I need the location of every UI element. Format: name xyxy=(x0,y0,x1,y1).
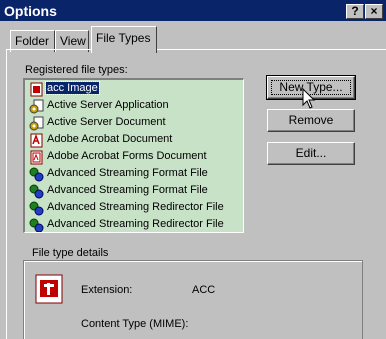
tab-label: File Types xyxy=(96,31,151,45)
asp-gear-icon xyxy=(29,99,44,114)
acrobat-icon xyxy=(30,133,43,148)
list-item[interactable]: Active Server Application xyxy=(25,98,225,115)
red-document-icon xyxy=(30,82,43,97)
edit-button[interactable]: Edit... xyxy=(267,142,355,165)
window-title: Options xyxy=(4,3,57,19)
file-type-details-title: File type details xyxy=(29,247,112,259)
streaming-icon xyxy=(29,201,44,216)
tab-label: Folder xyxy=(15,34,50,48)
list-item[interactable]: Adobe Acrobat Document xyxy=(25,132,225,149)
list-item[interactable]: Advanced Streaming Redirector File xyxy=(25,217,225,232)
file-types-listbox[interactable]: acc Image Active Server Application Acti… xyxy=(23,78,244,233)
list-item[interactable]: acc Image xyxy=(25,81,225,98)
streaming-icon xyxy=(29,218,44,232)
red-document-icon xyxy=(35,274,63,304)
title-bar[interactable]: Options ? × xyxy=(0,0,386,23)
acrobat-forms-icon xyxy=(30,150,43,165)
extension-value: ACC xyxy=(192,284,216,296)
list-item[interactable]: Active Server Document xyxy=(25,115,225,132)
remove-button[interactable]: Remove xyxy=(267,109,355,132)
list-item[interactable]: Advanced Streaming Format File xyxy=(25,183,225,200)
file-type-details-group xyxy=(23,260,363,339)
mouse-pointer-icon xyxy=(302,88,316,109)
extension-label: Extension: xyxy=(81,284,133,296)
streaming-icon xyxy=(29,184,44,199)
help-button[interactable]: ? xyxy=(346,4,364,19)
list-item[interactable]: Advanced Streaming Redirector File xyxy=(25,200,225,217)
streaming-icon xyxy=(29,167,44,182)
registered-types-label: Registered file types: xyxy=(25,64,128,76)
tab-file-types[interactable]: File Types xyxy=(91,26,157,53)
tab-label: View xyxy=(60,34,86,48)
asp-gear-icon xyxy=(29,116,44,131)
close-button[interactable]: × xyxy=(365,4,383,19)
list-item[interactable]: Advanced Streaming Format File xyxy=(25,166,225,183)
list-item[interactable]: Adobe Acrobat Forms Document xyxy=(25,149,225,166)
content-type-label: Content Type (MIME): xyxy=(81,318,189,330)
